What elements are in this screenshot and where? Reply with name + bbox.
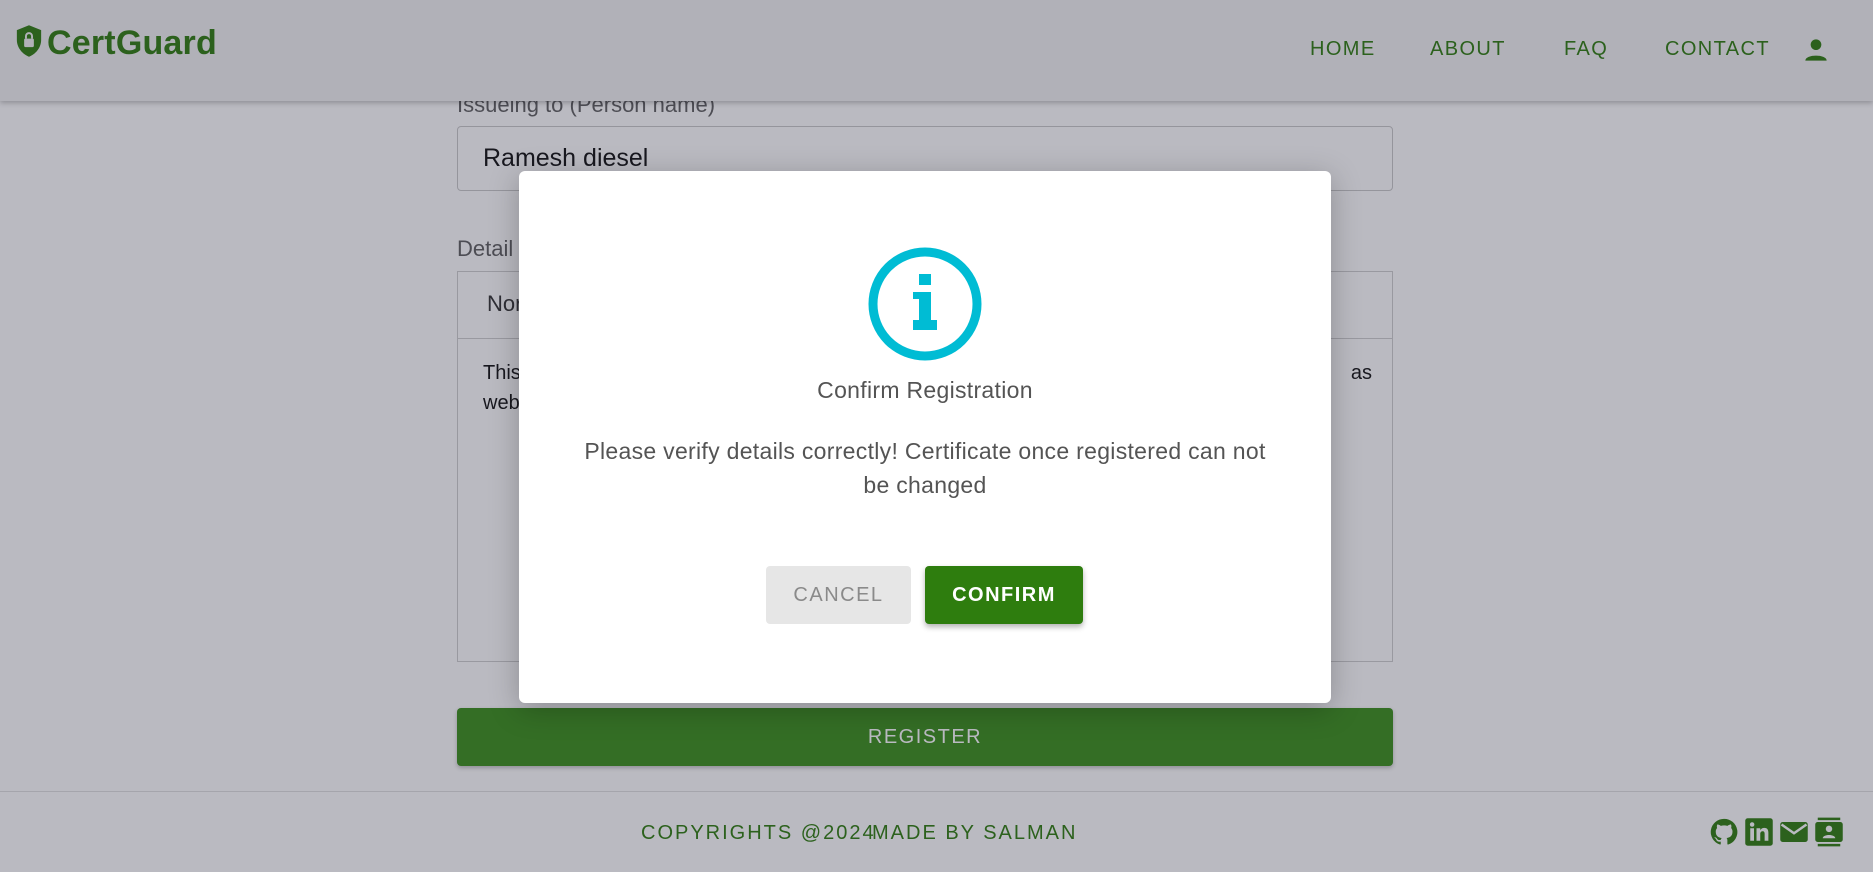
confirm-button[interactable]: CONFIRM bbox=[925, 566, 1083, 624]
confirm-dialog: Confirm Registration Please verify detai… bbox=[519, 171, 1331, 703]
dialog-title: Confirm Registration bbox=[817, 377, 1033, 403]
dialog-message: Please verify details correctly! Certifi… bbox=[584, 438, 1266, 498]
info-icon bbox=[867, 246, 983, 362]
cancel-button[interactable]: CANCEL bbox=[766, 566, 911, 624]
